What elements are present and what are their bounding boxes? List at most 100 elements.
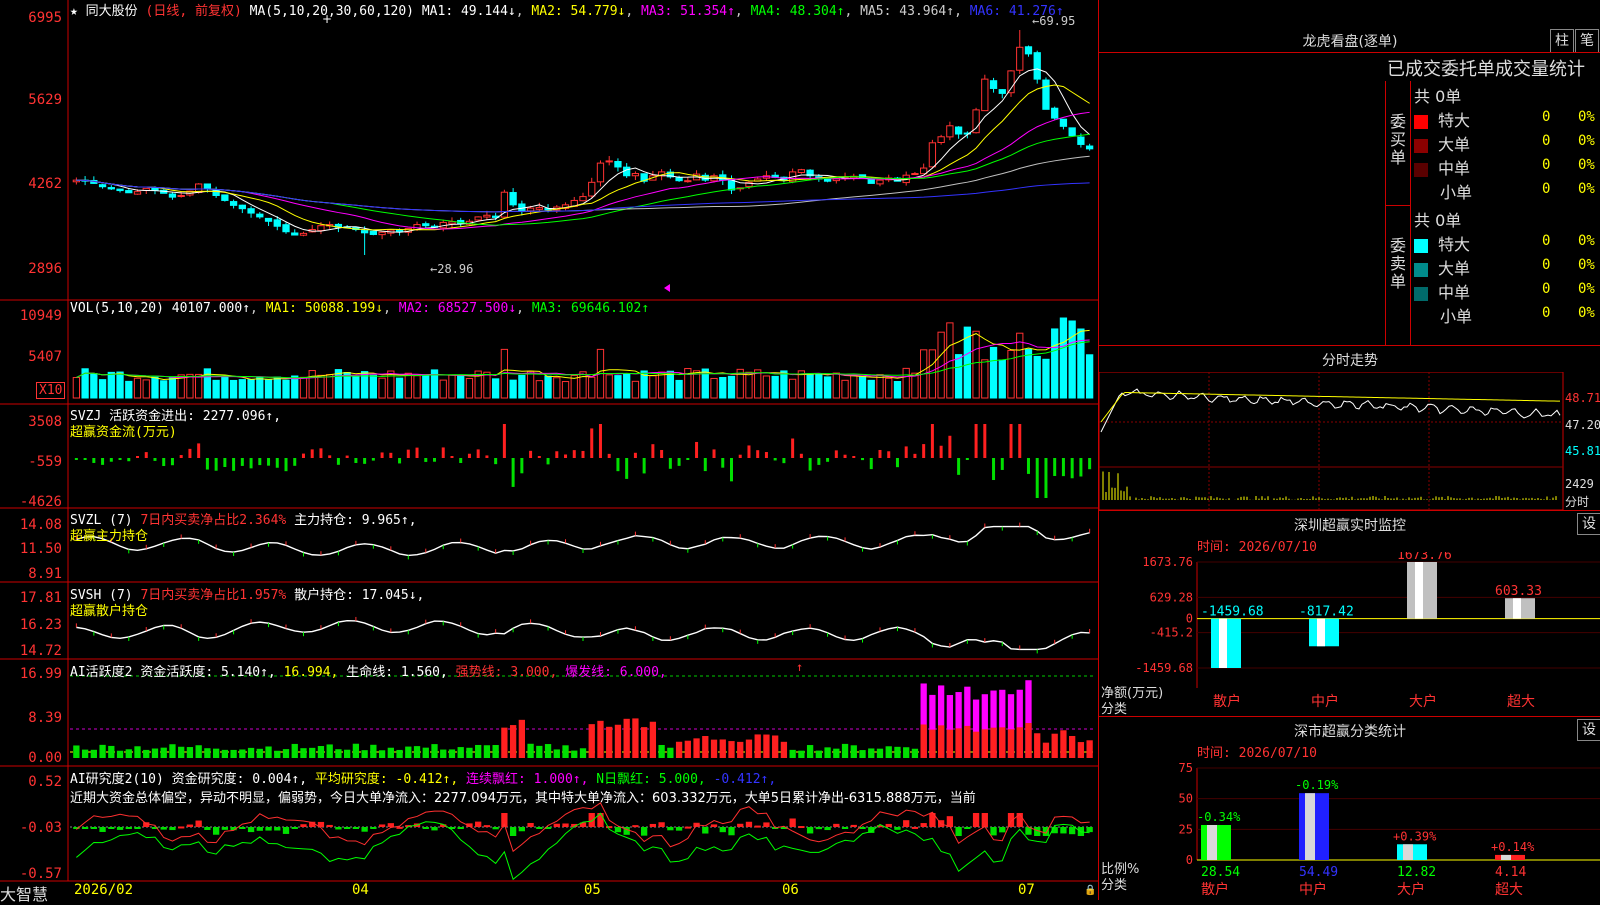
activity-bar — [134, 746, 141, 758]
monitor-axis-label: 1673.76 — [1142, 555, 1193, 569]
activity-bar — [99, 744, 106, 758]
fund-flow-bar — [1070, 458, 1074, 479]
fund-flow-bar — [555, 451, 559, 458]
volume-bar — [492, 378, 500, 399]
activity-bar-base — [1007, 729, 1015, 758]
candle — [291, 232, 299, 236]
candle — [526, 207, 535, 212]
research-bar — [178, 826, 185, 829]
period-mode[interactable]: (日线, 前复权) — [146, 4, 242, 19]
fund-flow-bar — [974, 424, 978, 458]
intraday-frame — [1099, 372, 1564, 510]
volume-bar — [649, 375, 657, 399]
activity-bar — [317, 746, 325, 758]
candle — [684, 180, 692, 183]
class-settings-button[interactable]: 设 — [1577, 719, 1600, 741]
research-bar — [955, 827, 962, 836]
class-bar-label: 大户 — [1397, 881, 1425, 898]
svzl-text1: 7日内买卖净占比2.364% — [140, 513, 287, 528]
activity-bar — [903, 747, 910, 758]
fund-flow-bar — [1000, 458, 1004, 470]
research-bar — [806, 827, 814, 834]
activity-bar — [300, 748, 307, 758]
candle — [998, 89, 1006, 94]
volume-bar — [229, 379, 238, 399]
fund-flow-bar — [144, 452, 148, 458]
vol-v3: MA3: 69646.102↑ — [531, 301, 650, 316]
ai-v1: 16.994, — [283, 665, 339, 680]
monitor-settings-button[interactable]: 设 — [1577, 513, 1600, 535]
candle — [133, 191, 142, 195]
volume-bar — [928, 349, 937, 399]
research-bar — [108, 827, 115, 829]
fund-flow-bar — [101, 458, 105, 465]
activity-bar — [763, 734, 770, 758]
candle — [1033, 52, 1041, 80]
svsh-sub: 超赢散户持仓 — [70, 604, 149, 619]
main-chart-svg[interactable]: ↑ — [0, 0, 1098, 900]
fund-flow-bar — [738, 454, 742, 458]
research-bar — [300, 824, 307, 827]
lock-icon[interactable]: 🔒 — [1084, 885, 1096, 896]
fund-flow-bar — [502, 424, 506, 458]
main-chart-area[interactable]: ↑ ★ 同大股份 (日线, 前复权) MA(5,10,20,30,60,120)… — [0, 0, 1098, 904]
candle — [797, 169, 806, 173]
fund-flow-bar — [83, 458, 87, 460]
activity-bar — [745, 739, 753, 758]
vol-unit-badge: X10 — [36, 382, 66, 399]
research-bar — [1086, 827, 1093, 833]
fund-flow-bar — [223, 458, 227, 468]
date-label-2: 04 — [352, 882, 369, 898]
candle — [1085, 145, 1094, 150]
volume-bar — [832, 372, 840, 399]
fund-flow-bar — [677, 458, 681, 466]
ma-line — [76, 133, 1090, 226]
vol-v2: MA2: 68527.500↓ — [398, 301, 517, 316]
candle — [360, 230, 369, 234]
research-bar — [378, 824, 386, 827]
monitor-bar-value: -817.42 — [1299, 605, 1354, 620]
research-bar — [483, 825, 491, 828]
volume-bar — [116, 371, 124, 399]
activity-bar — [448, 749, 456, 758]
candle — [264, 217, 273, 222]
research-bar — [221, 827, 229, 830]
volume-bar — [1077, 328, 1085, 399]
order-count: 0 — [1542, 257, 1551, 273]
zhu-button[interactable]: 柱 — [1550, 29, 1574, 53]
order-pct: 0% — [1578, 109, 1595, 125]
fund-flow-bar — [712, 449, 716, 458]
activity-bar — [658, 744, 665, 758]
volume-bar — [256, 376, 264, 399]
svzl-panel — [75, 522, 1091, 560]
activity-bar — [265, 746, 272, 758]
order-count: 0 — [1542, 157, 1551, 173]
volume-bar — [90, 373, 98, 399]
star-icon[interactable]: ★ — [70, 4, 78, 19]
fund-flow-bar — [92, 458, 96, 463]
activity-bar-base — [990, 727, 997, 758]
research-bar — [475, 821, 482, 827]
order-row: 大单 0 0% — [1414, 131, 1600, 154]
activity-bar — [143, 749, 150, 758]
price-axis-2: 5629 — [28, 92, 62, 108]
volume-bar — [850, 375, 858, 399]
air-v1: 平均研究度: -0.412↑, — [314, 772, 459, 787]
fund-flow-bar — [188, 448, 192, 458]
stock-name[interactable]: 同大股份 — [86, 4, 138, 19]
activity-bar — [1069, 735, 1076, 758]
svsh-text1: 7日内买卖净占比1.957% — [140, 588, 287, 603]
fund-flow-bar — [983, 424, 987, 458]
activity-bar — [798, 750, 805, 758]
activity-bar — [344, 749, 351, 758]
class-ylabel2: 分类 — [1101, 878, 1128, 893]
activity-bar-base — [920, 724, 927, 758]
activity-bar — [169, 744, 176, 758]
order-pct: 0% — [1578, 257, 1595, 273]
volume-bar — [1033, 355, 1041, 399]
vol-axis-1: 10949 — [19, 308, 62, 324]
intraday-chart[interactable] — [1099, 372, 1600, 510]
candle — [203, 183, 212, 190]
volume-bar — [1059, 317, 1068, 399]
bi-button[interactable]: 笔 — [1575, 29, 1599, 53]
